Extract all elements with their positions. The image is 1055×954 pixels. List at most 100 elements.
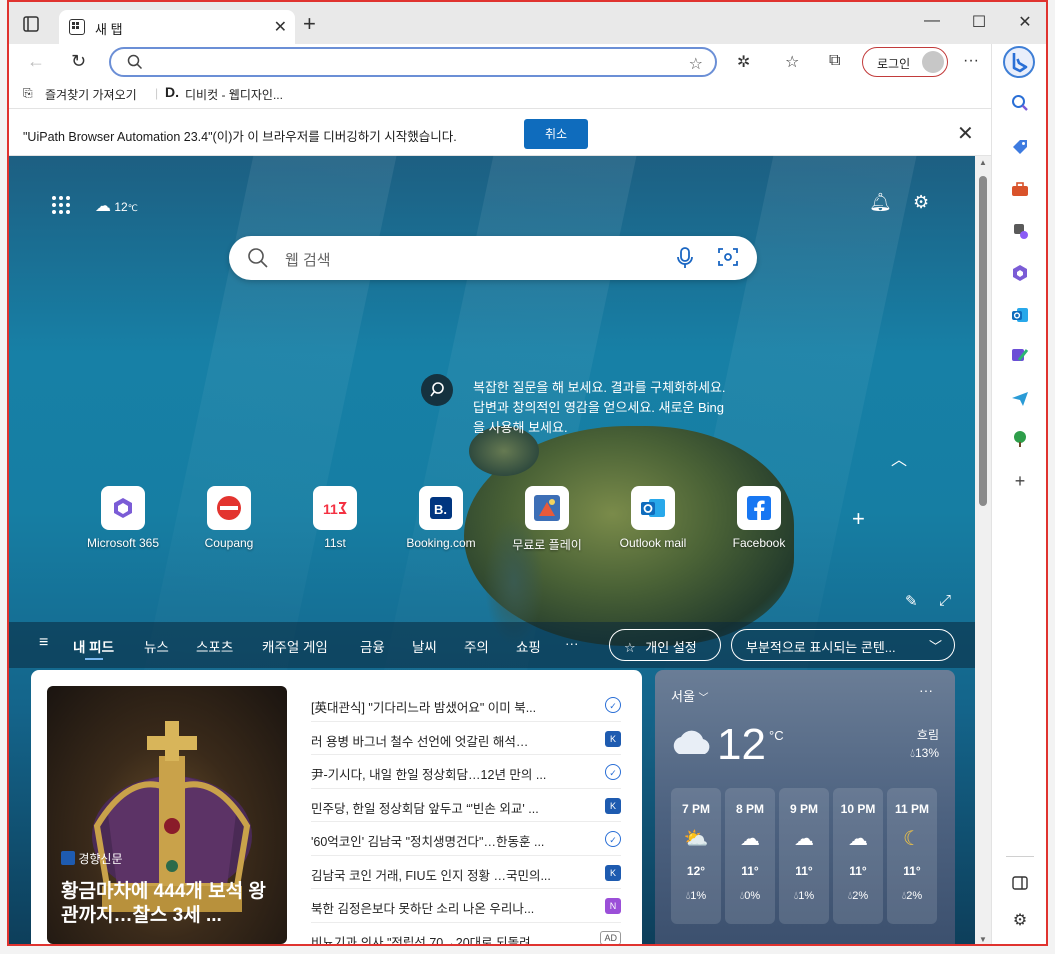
designer-icon[interactable] <box>1011 346 1029 364</box>
bookmark-dbcut[interactable]: 디비컷 - 웹디자인... <box>185 86 283 103</box>
news-item[interactable]: 민주당, 한일 정상회담 앞두고 “'빈손 외교' ... K <box>311 789 621 822</box>
tree-icon[interactable] <box>1011 430 1029 448</box>
news-item[interactable]: '60억코인' 김남국 "정치생명건다"…한동훈 ... ✓ <box>311 822 621 856</box>
hero-news-story[interactable]: 경향신문 황금마차에 444개 보석 왕관까지…찰스 3세 ... <box>47 686 287 944</box>
outlook-icon[interactable] <box>1011 306 1029 324</box>
hourly-forecast[interactable]: 10 PM ☁ 11° 💧︎2% <box>833 788 883 924</box>
apps-grid-icon[interactable] <box>52 196 70 214</box>
close-infobar-icon[interactable]: ✕ <box>957 121 974 146</box>
tab-finance[interactable]: 금융 <box>360 636 385 656</box>
add-quick-link-button[interactable]: + <box>852 506 865 532</box>
content-visibility-dropdown[interactable]: 부분적으로 표시되는 콘텐... ﹀ <box>731 629 955 661</box>
new-tab-button[interactable]: + <box>303 11 316 37</box>
tab-shopping[interactable]: 쇼핑 <box>516 636 541 656</box>
news-title: 민주당, 한일 정상회담 앞두고 “'빈손 외교' ... <box>311 801 539 816</box>
tab-my-feed[interactable]: 내 피드 <box>73 636 114 660</box>
hour-time: 8 PM <box>735 802 764 816</box>
edit-background-icon[interactable]: ✎ <box>905 592 918 610</box>
microsoft365-icon[interactable] <box>1011 264 1029 282</box>
shopping-tag-icon[interactable] <box>1011 138 1029 156</box>
web-search-box[interactable]: 웹 검색 <box>229 236 757 280</box>
weather-card[interactable]: 서울 ﹀ ··· 12 °C 흐림 💧︎13% 7 PM ⛅ 12° 💧︎1% … <box>655 670 955 944</box>
news-title: '60억코인' 김남국 "정치생명건다"…한동훈 ... <box>311 835 545 849</box>
tab-new-tab[interactable]: 새 탭 ✕ <box>59 10 295 44</box>
hour-time: 10 PM <box>840 802 876 816</box>
tab-weather[interactable]: 날씨 <box>412 636 437 656</box>
quick-link-free-play[interactable]: 무료로 플레이 <box>502 486 592 553</box>
tab-actions-icon[interactable] <box>21 14 41 34</box>
search-placeholder: 웹 검색 <box>285 252 331 269</box>
microphone-icon[interactable] <box>675 246 695 270</box>
tab-news[interactable]: 뉴스 <box>144 636 169 656</box>
cancel-debugging-button[interactable]: 취소 <box>524 119 588 149</box>
weather-mini[interactable]: ☁ 12℃ <box>95 196 138 216</box>
gear-icon[interactable]: ⚙ <box>913 192 929 213</box>
quick-link-coupang[interactable]: Coupang <box>184 486 274 550</box>
add-favorite-icon[interactable]: ☆ <box>689 54 703 74</box>
back-button[interactable]: ← <box>27 51 45 72</box>
quick-link-11st[interactable]: 11 11st <box>290 486 380 550</box>
news-item[interactable]: 尹-기시다, 내일 한일 정상회담…12년 만의 ... ✓ <box>311 755 621 789</box>
tab-alerts[interactable]: 주의 <box>464 636 489 656</box>
personalize-button[interactable]: ☆ 개인 설정 <box>609 629 721 661</box>
bing-copilot-button[interactable] <box>1003 46 1035 78</box>
expand-icon[interactable]: ⤢ <box>939 592 951 609</box>
favorites-icon[interactable]: ☆ <box>785 52 799 72</box>
hour-precip: 💧︎2% <box>887 890 937 903</box>
quick-link-microsoft365[interactable]: Microsoft 365 <box>78 486 168 550</box>
search-icon[interactable] <box>1011 94 1029 112</box>
collections-icon[interactable]: ⧉ <box>829 52 840 70</box>
scroll-up-icon[interactable]: ▲ <box>979 158 987 167</box>
refresh-button[interactable]: ↻ <box>71 51 86 72</box>
quick-link-booking[interactable]: B. Booking.com <box>396 486 486 550</box>
news-list: [英대관식] "기다리느라 밤샜어요" 이미 북... ✓ 러 용병 바그너 철수… <box>311 688 621 944</box>
tab-casual-games[interactable]: 캐주얼 게임 <box>262 636 328 656</box>
page-scrollbar[interactable]: ▲ ▼ <box>975 156 991 944</box>
tab-sports[interactable]: 스포츠 <box>196 636 233 656</box>
add-sidebar-app-icon[interactable]: + <box>1011 472 1029 490</box>
quick-link-outlook[interactable]: Outlook mail <box>608 486 698 550</box>
close-window-button[interactable]: ✕ <box>1015 12 1035 32</box>
hamburger-menu-icon[interactable]: ≡ <box>39 634 48 652</box>
weather-city[interactable]: 서울 ﹀ <box>671 686 709 705</box>
kh-logo-icon: K <box>605 864 621 881</box>
hourly-forecast[interactable]: 8 PM ☁ 11° 💧︎0% <box>725 788 775 924</box>
quick-link-facebook[interactable]: Facebook <box>714 486 804 550</box>
games-icon[interactable] <box>1011 222 1029 240</box>
hourly-forecast[interactable]: 7 PM ⛅ 12° 💧︎1% <box>671 788 721 924</box>
extensions-icon[interactable]: ✲ <box>737 52 750 72</box>
maximize-button[interactable]: ☐ <box>969 12 989 32</box>
hourly-forecast[interactable]: 11 PM ☾ 11° 💧︎2% <box>887 788 937 924</box>
more-options-icon[interactable]: ··· <box>919 682 933 698</box>
chevron-down-icon: ﹀ <box>928 639 942 654</box>
kh-logo-icon: K <box>605 730 621 747</box>
weather-city-name: 서울 <box>671 689 695 704</box>
news-item[interactable]: [英대관식] "기다리느라 밤샜어요" 이미 북... ✓ <box>311 688 621 722</box>
news-item[interactable]: 북한 김정은보다 못하단 소리 나온 우리나... N <box>311 889 621 923</box>
login-button[interactable]: 로그인 <box>862 47 948 77</box>
minimize-button[interactable]: — <box>922 12 942 30</box>
quick-link-label: Microsoft 365 <box>86 536 160 550</box>
news-item[interactable]: 김남국 코인 거래, FIU도 인지 정황 …국민의... K <box>311 856 621 889</box>
facebook-icon <box>737 486 781 530</box>
send-icon[interactable] <box>1011 390 1029 408</box>
tab-more[interactable]: ··· <box>565 636 579 651</box>
hide-sidebar-icon[interactable] <box>1011 874 1029 892</box>
address-bar[interactable]: ☆ <box>109 47 717 77</box>
chevron-up-icon[interactable]: ︿ <box>891 446 907 470</box>
news-item[interactable]: 러 용병 바그너 철수 선언에 엇갈린 해석… K <box>311 722 621 755</box>
close-tab-icon[interactable]: ✕ <box>274 17 287 37</box>
news-item[interactable]: 비뇨기과 의사 "전립선 70→20대로 되돌려 ... AD <box>311 923 621 944</box>
weather-precip-value: 13% <box>914 746 939 760</box>
weather-mini-unit: ℃ <box>127 203 138 213</box>
bookmark-import-favorites[interactable]: 즐겨찾기 가져오기 <box>45 86 137 103</box>
hourly-forecast[interactable]: 9 PM ☁ 11° 💧︎1% <box>779 788 829 924</box>
more-options-icon[interactable]: ··· <box>963 52 979 70</box>
tools-icon[interactable] <box>1011 180 1029 198</box>
bell-icon[interactable]: 🔔︎ <box>869 192 892 213</box>
hour-precip: 💧︎1% <box>671 890 721 903</box>
scrollbar-thumb[interactable] <box>979 176 987 506</box>
visual-search-icon[interactable] <box>717 246 739 268</box>
scroll-down-icon[interactable]: ▼ <box>979 935 987 944</box>
sidebar-settings-icon[interactable]: ⚙ <box>1011 912 1029 930</box>
